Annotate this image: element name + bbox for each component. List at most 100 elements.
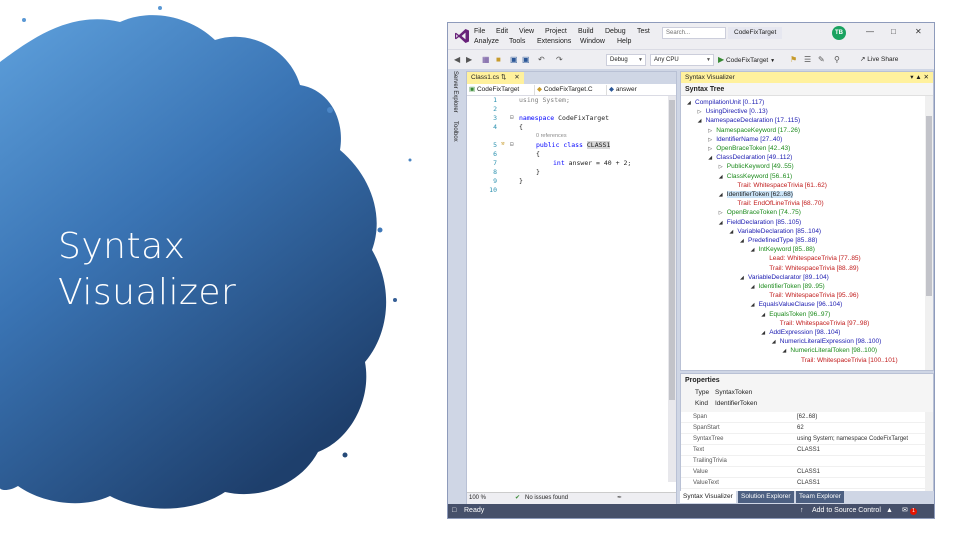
member-nav-select[interactable]: ◆ answer <box>607 85 673 95</box>
output-icon[interactable]: □ <box>452 504 456 518</box>
forward-icon[interactable]: ▶ <box>466 55 472 64</box>
collapse-icon[interactable]: ⊟ <box>510 141 514 148</box>
menu-analyze[interactable]: Analyze <box>474 38 499 45</box>
notifications-icon[interactable]: ✉ <box>902 504 908 518</box>
tab-team-explorer[interactable]: Team Explorer <box>796 491 844 503</box>
maximize-icon[interactable]: □ <box>891 27 896 37</box>
menu-view[interactable]: View <box>519 28 534 35</box>
property-row[interactable]: Span [62..68) <box>681 412 927 423</box>
platform-select[interactable]: Any CPU ▼ <box>650 54 714 66</box>
menu-help[interactable]: Help <box>617 38 631 45</box>
expanded-triangle-icon[interactable]: ◢ <box>740 237 748 246</box>
expanded-triangle-icon[interactable]: ◢ <box>761 329 769 338</box>
code-line-7: int answer = 40 + 2; <box>553 159 631 167</box>
menu-tools[interactable]: Tools <box>509 38 525 45</box>
find-icon[interactable]: ⚲ <box>834 55 840 64</box>
syntax-tree[interactable]: ◢ CompilationUnit [0..117) ▷ UsingDirective… <box>681 96 927 370</box>
expanded-triangle-icon[interactable]: ◢ <box>751 301 759 310</box>
pin-icon[interactable]: ▲ <box>915 74 921 81</box>
zoom-select[interactable]: 100 % <box>469 493 486 504</box>
scroll-thumb[interactable] <box>669 100 675 400</box>
toolbox-tab[interactable]: Toolbox <box>452 121 458 142</box>
screwdriver-icon[interactable]: ⚒ <box>501 140 505 147</box>
server-explorer-tab[interactable]: Server Explorer <box>452 71 458 113</box>
issues-status[interactable]: No issues found <box>525 493 568 504</box>
menu-extensions[interactable]: Extensions <box>537 38 571 45</box>
expanded-triangle-icon[interactable]: ◢ <box>751 246 759 255</box>
expanded-triangle-icon[interactable]: ◢ <box>772 338 780 347</box>
expanded-triangle-icon[interactable]: ◢ <box>740 274 748 283</box>
close-icon[interactable]: ✕ <box>924 74 929 81</box>
close-tab-icon[interactable]: ✕ <box>514 74 519 81</box>
menu-debug[interactable]: Debug <box>605 28 626 35</box>
expanded-triangle-icon[interactable]: ◢ <box>719 191 727 200</box>
avatar[interactable]: TB <box>832 26 846 40</box>
back-icon[interactable]: ◀ <box>454 55 460 64</box>
property-row[interactable]: Text CLASS1 <box>681 445 927 456</box>
properties-scrollbar[interactable] <box>925 412 933 492</box>
panel-options-icon[interactable]: ▾ <box>910 74 913 81</box>
save-icon[interactable]: ▣ <box>510 55 518 64</box>
configuration-select[interactable]: Debug ▼ <box>606 54 646 66</box>
syntax-tree-node[interactable]: Lead: WhitespaceTrivia [77..85) <box>761 254 861 263</box>
menu-edit[interactable]: Edit <box>496 28 508 35</box>
collapse-icon[interactable]: ⊟ <box>510 114 514 121</box>
expanded-triangle-icon[interactable]: ◢ <box>751 283 759 292</box>
project-nav-select[interactable]: ▣ CodeFixTarget <box>467 85 535 95</box>
code-line-6: { <box>536 150 540 158</box>
save-all-icon[interactable]: ▣ <box>522 55 530 64</box>
property-row[interactable]: SyntaxTree using System; namespace CodeFi… <box>681 434 927 445</box>
expanded-triangle-icon[interactable]: ◢ <box>719 173 727 182</box>
attach-icon[interactable]: ⚑ <box>790 55 797 64</box>
property-row[interactable]: ValueText CLASS1 <box>681 478 927 489</box>
syntax-tree-node-label: OpenBraceToken [42..43) <box>716 145 791 152</box>
pin-icon[interactable]: ⇅ <box>501 74 506 81</box>
minimize-icon[interactable]: — <box>866 27 874 37</box>
syntax-tree-node[interactable]: Trail: WhitespaceTrivia [100..101) <box>793 356 898 365</box>
brush-icon[interactable]: ✒ <box>617 493 622 504</box>
search-input[interactable]: Search... <box>662 27 726 39</box>
open-folder-icon[interactable]: ■ <box>496 55 501 64</box>
menu-project[interactable]: Project <box>545 28 567 35</box>
expanded-triangle-icon[interactable]: ◢ <box>719 219 727 228</box>
live-share-button[interactable]: ↗ Live Share <box>860 54 898 66</box>
menu-file[interactable]: File <box>474 28 485 35</box>
class-nav-select[interactable]: ◆ CodeFixTarget.C <box>535 85 607 95</box>
expanded-triangle-icon[interactable]: ◢ <box>708 154 716 163</box>
type-value: SyntaxToken <box>715 389 753 396</box>
menu-build[interactable]: Build <box>578 28 594 35</box>
expanded-triangle-icon[interactable]: ◢ <box>761 311 769 320</box>
editor-scrollbar[interactable] <box>668 96 676 482</box>
tree-scrollbar[interactable] <box>925 96 933 370</box>
start-button[interactable]: ▶ CodeFixTarget ▼ <box>718 54 775 67</box>
tab-class1-cs[interactable]: Class1.cs ⇅ ✕ <box>467 72 524 84</box>
expanded-triangle-icon[interactable]: ◢ <box>698 117 706 126</box>
syntax-tree-node[interactable]: Trail: WhitespaceTrivia [61..62) <box>729 181 826 190</box>
bookmark-icon[interactable]: ☰ <box>804 55 811 64</box>
chevron-up-icon[interactable]: ▲ <box>886 504 893 518</box>
project-nav-value: CodeFixTarget <box>476 86 520 93</box>
syntax-visualizer-title-bar: Syntax Visualizer ▾ ▲ ✕ <box>681 72 933 83</box>
syntax-tree-node[interactable]: Trail: WhitespaceTrivia [88..89) <box>761 264 858 273</box>
tab-syntax-visualizer[interactable]: Syntax Visualizer <box>680 491 736 503</box>
member-nav-value: answer <box>615 86 637 93</box>
close-icon[interactable]: ✕ <box>915 27 922 37</box>
new-item-icon[interactable]: ▦ <box>482 55 490 64</box>
codelens-references[interactable]: 0 references <box>536 133 567 139</box>
syntax-tree-node[interactable]: Trail: WhitespaceTrivia [95..96) <box>761 291 858 300</box>
scroll-thumb[interactable] <box>926 116 932 296</box>
add-to-source-control[interactable]: Add to Source Control <box>812 504 881 518</box>
comment-icon[interactable]: ✎ <box>818 55 825 64</box>
property-row[interactable]: SpanStart 62 <box>681 423 927 434</box>
property-row[interactable]: TrailingTrivia <box>681 456 927 467</box>
undo-icon[interactable]: ↶ <box>538 55 545 64</box>
expanded-triangle-icon[interactable]: ◢ <box>687 99 695 108</box>
tab-solution-explorer[interactable]: Solution Explorer <box>738 491 794 503</box>
syntax-tree-node[interactable]: Trail: WhitespaceTrivia [97..98) <box>772 319 869 328</box>
menu-test[interactable]: Test <box>637 28 650 35</box>
property-row[interactable]: Value CLASS1 <box>681 467 927 478</box>
code-area[interactable]: 1 2 3 4 5 6 7 8 9 10 ⊟ ⊟ ⚒ using System;… <box>467 96 676 482</box>
syntax-tree-node[interactable]: Trail: EndOfLineTrivia [68..70) <box>729 199 823 208</box>
redo-icon[interactable]: ↷ <box>556 55 563 64</box>
menu-window[interactable]: Window <box>580 38 605 45</box>
